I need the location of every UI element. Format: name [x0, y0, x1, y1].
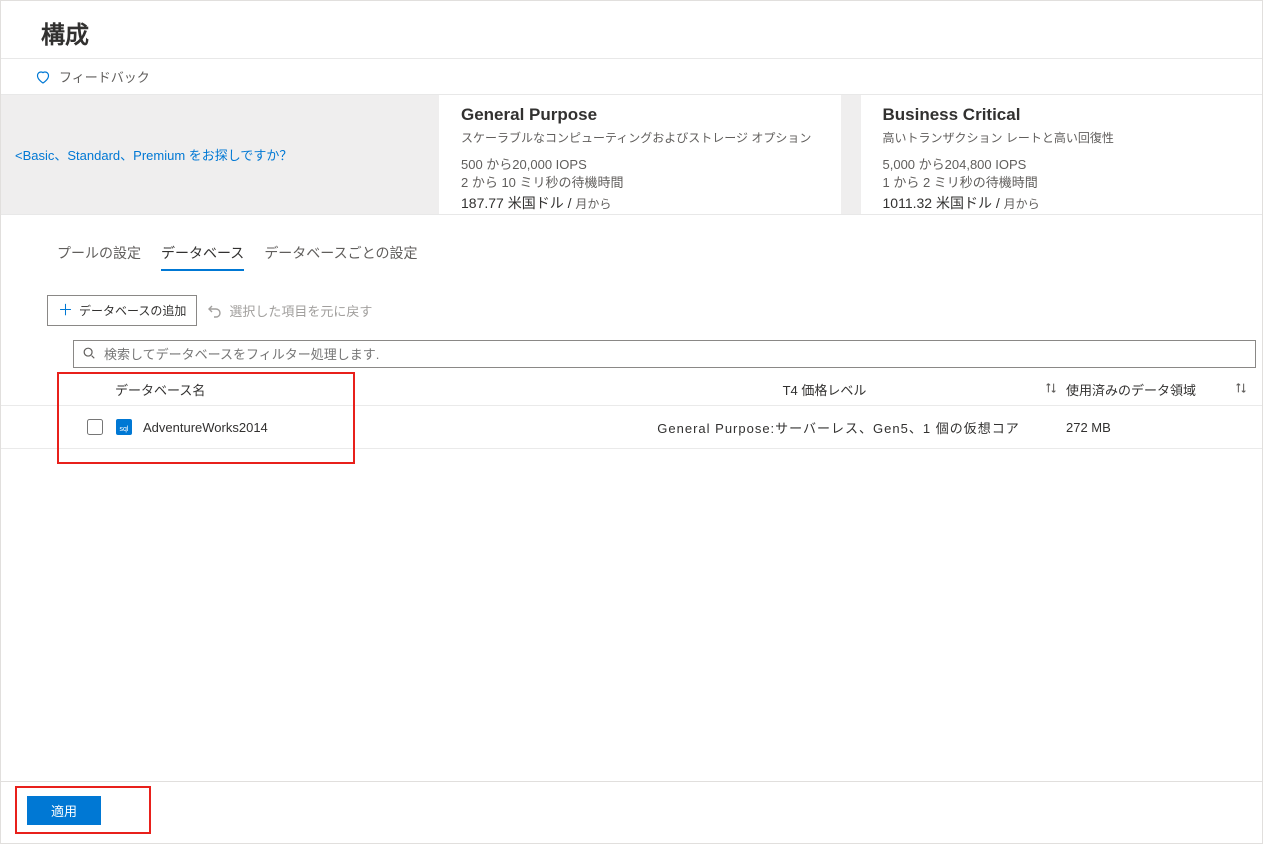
subtab-bar: プールの設定 データベース データベースごとの設定 [1, 243, 1262, 271]
page-header: 構成 [1, 1, 1262, 59]
tier-latency: 1 から 2 ミリ秒の待機時間 [883, 174, 1241, 192]
undo-icon [207, 303, 223, 319]
legacy-tier-link-panel: <Basic、Standard、Premium をお探しですか？ [1, 95, 419, 214]
tier-iops: 500 から20,000 IOPS [461, 156, 819, 174]
col-used-space[interactable]: 使用済みのデータ領域 [1066, 380, 1226, 399]
sort-used-icon[interactable] [1226, 381, 1256, 398]
subtab-databases[interactable]: データベース [161, 243, 244, 271]
cell-used-space: 272 MB [1066, 420, 1226, 435]
heart-icon [35, 69, 51, 85]
table-row[interactable]: sql AdventureWorks2014 General Purpose:サ… [1, 405, 1262, 449]
feedback-bar[interactable]: フィードバック [1, 59, 1262, 95]
tier-subtitle: スケーラブルなコンピューティングおよびストレージ オプション [461, 129, 819, 146]
tier-price-value: 187.77 米国ドル / [461, 195, 572, 211]
feedback-label: フィードバック [59, 67, 150, 86]
subtab-per-db-settings[interactable]: データベースごとの設定 [264, 243, 417, 271]
tier-row: <Basic、Standard、Premium をお探しですか？ General… [1, 95, 1262, 215]
tier-iops: 5,000 から204,800 IOPS [883, 156, 1241, 174]
sql-database-icon: sql [115, 418, 133, 436]
tier-price-value: 1011.32 米国ドル / [883, 195, 1000, 211]
footer: 適用 [1, 781, 1262, 843]
tier-price: 187.77 米国ドル / 月から [461, 193, 819, 213]
toolbar: ＋ データベースの追加 選択した項目を元に戻す [1, 295, 1262, 340]
cell-tier: General Purpose:サーバーレス、Gen5、1 個の仮想コア [641, 418, 1036, 437]
subtab-pool-settings[interactable]: プールの設定 [57, 243, 141, 271]
tier-card-general-purpose[interactable]: General Purpose スケーラブルなコンピューティングおよびストレージ… [419, 95, 841, 214]
apply-button[interactable]: 適用 [27, 796, 101, 825]
undo-selection-label: 選択した項目を元に戻す [229, 301, 372, 320]
database-search-input[interactable] [102, 346, 1247, 363]
tier-price-suffix: 月から [1004, 197, 1040, 211]
tier-title: Business Critical [883, 105, 1241, 125]
table-header: データベース名 T4 価格レベル 使用済みのデータ領域 [1, 374, 1262, 405]
tier-title: General Purpose [461, 105, 819, 125]
cell-database-name: AdventureWorks2014 [143, 420, 641, 435]
add-database-button[interactable]: ＋ データベースの追加 [47, 295, 197, 326]
tier-card-business-critical[interactable]: Business Critical 高いトランザクション レートと高い回復性 5… [841, 95, 1263, 214]
col-tier[interactable]: T4 価格レベル [613, 380, 1036, 399]
page-title: 構成 [41, 15, 1238, 50]
body-area: プールの設定 データベース データベースごとの設定 ＋ データベースの追加 選択… [1, 215, 1262, 781]
col-database-name[interactable]: データベース名 [73, 380, 613, 399]
row-checkbox[interactable] [87, 419, 103, 435]
plus-icon: ＋ [58, 303, 73, 318]
table-container: データベース名 T4 価格レベル 使用済みのデータ領域 [1, 374, 1262, 449]
svg-text:sql: sql [120, 426, 129, 433]
add-database-label: データベースの追加 [79, 302, 186, 319]
tier-price-suffix: 月から [575, 197, 611, 211]
legacy-tier-link[interactable]: <Basic、Standard、Premium をお探しですか？ [15, 145, 292, 164]
undo-selection-button: 選択した項目を元に戻す [207, 301, 372, 320]
tier-latency: 2 から 10 ミリ秒の待機時間 [461, 174, 819, 192]
row-checkbox-cell [73, 416, 115, 438]
tier-price: 1011.32 米国ドル / 月から [883, 193, 1241, 213]
sort-tier-icon[interactable] [1036, 381, 1066, 398]
search-icon [82, 346, 96, 363]
database-search[interactable] [73, 340, 1256, 368]
tier-subtitle: 高いトランザクション レートと高い回復性 [883, 129, 1241, 146]
